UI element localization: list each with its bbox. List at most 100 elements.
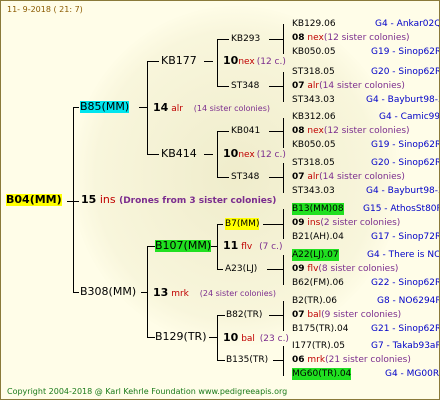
gen3-kb041[interactable]: KB041 [231,125,260,137]
gen4-generation: 07 [292,81,305,91]
gen2-kb177[interactable]: KB177 [161,55,197,67]
gen1-bottom-queen[interactable]: B308(MM) [80,286,136,298]
connector [217,315,218,361]
connector [73,292,79,293]
gen4-breed: ins [307,218,321,228]
gen4-top-link[interactable]: G20 - Sinop62R [371,66,439,78]
connector [147,337,155,338]
gen4-bottom-link[interactable]: G19 - Sinop62R [371,46,439,58]
gen4-breed: nex [307,33,324,43]
gen4-generation: 08 [292,126,305,136]
gen4-generation: 07 [292,310,305,320]
gen4-bottom-link[interactable]: G4 - Bayburt98-3 [366,185,439,197]
gen3-b135[interactable]: B135(TR) [226,354,268,366]
connector [269,177,283,178]
gen3-kb293[interactable]: KB293 [231,33,260,45]
gen4-top-link[interactable]: G15 - AthosSt80R [363,203,439,215]
gen2-b107-colonies: (7 c.) [259,242,283,252]
gen4-breed: alr [307,172,320,182]
gen1-bottom-generation: 13 [153,286,169,299]
gen4-bottom-queen[interactable]: B62(FM).06 [292,277,344,289]
gen4-mid-info: 08 nex(12 sister colonies) [292,125,410,137]
footer-copyright[interactable]: Copyright 2004-2018 @ Karl Kehrle Founda… [7,386,287,398]
gen4-colonies: (12 sister colonies) [323,126,410,136]
gen2-kb414[interactable]: KB414 [161,148,197,160]
gen4-bottom-queen[interactable]: B21(AH).04 [292,231,344,243]
gen2-kb177-generation: 10 [223,54,239,67]
gen2-kb414-info: 10nex (12 c.) [223,148,286,161]
gen3-st348a[interactable]: ST348 [231,80,259,92]
gen4-bottom-link[interactable]: G22 - Sinop62R [371,277,439,289]
connector [73,107,74,293]
gen4-mid-info: 09 ins(2 sister colonies) [292,217,400,229]
gen2-b107-breed: flv [241,242,253,252]
gen3-st348b[interactable]: ST348 [231,171,259,183]
gen4-colonies: (21 sister colonies) [325,355,411,365]
gen1-bottom-info: 13 mrk (24 sister colonies) [153,287,276,300]
gen4-top-link[interactable]: G20 - Sinop62R [371,157,439,169]
connector [273,360,283,361]
gen1-top-generation: 14 [153,101,169,114]
connector [147,61,159,62]
gen4-top-queen[interactable]: B2(TR).06 [292,295,337,307]
connector [283,301,284,331]
connector [217,315,225,316]
gen4-top-link[interactable]: G4 - Ankar02Q [375,18,439,30]
gen4-bottom-link[interactable]: G4 - MG00R [385,368,439,380]
gen2-b129[interactable]: B129(TR) [155,331,207,343]
gen4-top-queen[interactable]: B13(MM)08 [292,203,344,215]
gen2-kb177-breed: nex [238,57,255,67]
gen4-bottom-link[interactable]: G19 - Sinop62R [371,139,439,151]
gen1-bottom-breed: mrk [171,289,189,299]
connector [267,269,283,270]
root-generation: 15 [81,193,97,206]
gen4-top-link[interactable]: G4 - There is NO [367,249,439,261]
gen4-bottom-link[interactable]: G21 - Sinop62R [371,323,439,335]
gen4-top-link[interactable]: G8 - NO6294R [377,295,439,307]
gen3-a23[interactable]: A23(LJ) [225,263,257,275]
gen2-kb414-breed: nex [238,150,255,160]
gen2-b129-info: 10 bal (23 c.) [223,332,289,345]
gen4-breed: nex [307,126,324,136]
gen4-bottom-link[interactable]: G4 - Bayburt98-3 [366,94,439,106]
gen3-b82[interactable]: B82(TR) [226,309,262,321]
gen4-mid-info: 08 nex(12 sister colonies) [292,32,410,44]
gen4-bottom-queen[interactable]: ST343.03 [292,185,335,197]
connector [269,86,283,87]
gen4-top-queen[interactable]: A22(LJ).07 [292,249,339,261]
gen4-top-link[interactable]: G4 - Camic99R [379,111,439,123]
gen2-b129-colonies: (23 c.) [259,334,289,344]
gen4-colonies: (12 sister colonies) [323,33,410,43]
gen4-top-queen[interactable]: KB129.06 [292,18,336,30]
root-queen[interactable]: B04(MM) [6,194,62,206]
gen4-bottom-queen[interactable]: KB050.05 [292,46,336,58]
gen2-b107[interactable]: B107(MM) [155,240,212,252]
connector [269,131,283,132]
gen4-bottom-queen[interactable]: KB050.05 [292,139,336,151]
gen4-bottom-queen[interactable]: ST343.03 [292,94,335,106]
gen4-bottom-queen[interactable]: MG60(TR).04 [292,368,352,380]
gen1-top-info: 14 alr (14 sister colonies) [153,102,270,115]
root-drones-note: (Drones from 3 sister colonies) [119,196,277,206]
gen4-top-queen[interactable]: I177(TR).05 [292,340,345,352]
gen4-generation: 06 [292,355,305,365]
gen4-top-queen[interactable]: ST318.05 [292,157,335,169]
gen4-bottom-queen[interactable]: B175(TR).04 [292,323,348,335]
gen2-b107-generation: 11 [223,239,239,252]
connector [139,107,147,108]
gen4-mid-info: 07 bal(9 sister colonies) [292,309,401,321]
gen1-top-queen[interactable]: B85(MM) [80,101,130,113]
gen3-b7[interactable]: B7(MM) [225,218,260,230]
gen4-top-queen[interactable]: KB312.06 [292,111,336,123]
connector [283,24,284,54]
gen4-mid-info: 06 mrk(21 sister colonies) [292,354,411,366]
connector [217,131,229,132]
connector [283,72,284,102]
gen4-colonies: (8 sister colonies) [318,264,399,274]
gen4-bottom-link[interactable]: G17 - Sinop72R [371,231,439,243]
gen4-breed: bal [307,310,322,320]
gen4-top-link[interactable]: G7 - Takab93aR [371,340,439,352]
gen4-top-queen[interactable]: ST318.05 [292,66,335,78]
connector [147,154,159,155]
connector [283,163,284,193]
